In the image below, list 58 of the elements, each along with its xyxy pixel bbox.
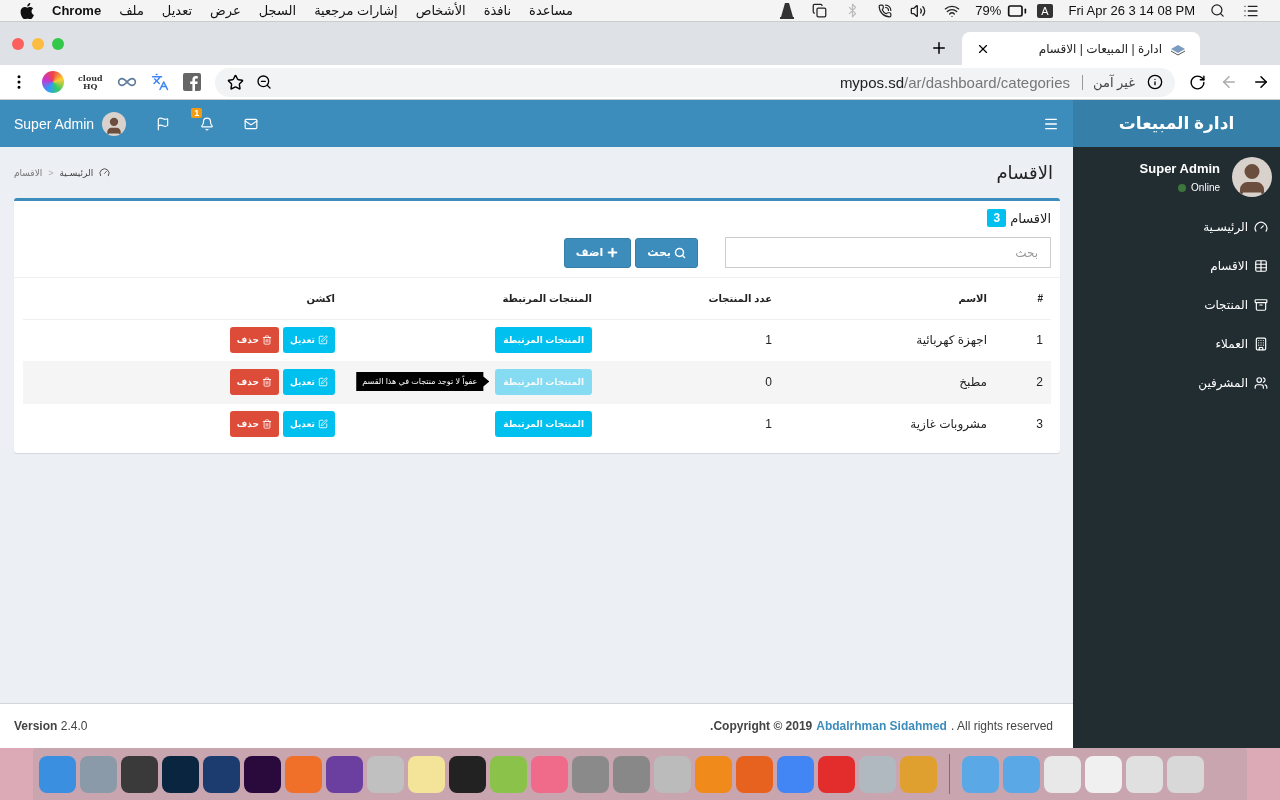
security-label: غير آمن (1082, 74, 1135, 90)
header-user-name[interactable]: Super Admin (14, 115, 95, 132)
input-source[interactable]: A (1037, 3, 1053, 18)
tab-title: ادارة | المبيعات | الاقسام (1037, 41, 1162, 56)
delete-button[interactable]: حذف (229, 369, 279, 395)
menu-item[interactable]: نافذة (483, 3, 512, 18)
brand-title[interactable]: ادارة المبيعات (1073, 100, 1280, 147)
menu-item[interactable]: عرض (210, 3, 241, 18)
extension-logo[interactable]: cloud HQ (78, 74, 103, 90)
search-field[interactable]: بحث (725, 237, 1051, 268)
menu-item[interactable]: الأشخاص (415, 3, 466, 18)
sidebar-item[interactable]: العملاء (1073, 324, 1280, 363)
menu-item[interactable]: ملف (119, 3, 144, 18)
sidebar-item[interactable]: الرئيسـية (1073, 207, 1280, 246)
author-link[interactable]: Abdalrhman Sidahmed (816, 719, 947, 733)
sidebar-user-name: Super Admin (1139, 161, 1220, 176)
page-title: الاقسام (996, 161, 1053, 184)
add-button[interactable]: اضف (563, 237, 632, 268)
delete-button[interactable]: حذف (229, 327, 279, 353)
table-cell: 1 (765, 417, 772, 432)
column-header: المنتجات المرتبطة (343, 278, 600, 319)
table-cell: 1 (1036, 333, 1043, 347)
count-badge: 3 (987, 209, 1007, 227)
table-cell: مطبخ (959, 375, 987, 389)
search-button[interactable]: بحث (635, 237, 698, 268)
rights-text: . All rights reserved (950, 719, 1053, 733)
version-text: Version 2.4.0 (14, 719, 88, 733)
column-header: # (995, 278, 1051, 319)
copyright-text: .Copyright © 2019 (710, 719, 813, 733)
column-header: الاسم (780, 278, 995, 319)
breadcrumb-link[interactable]: الاقسام (14, 167, 43, 178)
table-cell: 3 (1036, 417, 1043, 432)
notification-count: 1 (191, 107, 203, 118)
delete-button[interactable]: حذف (229, 411, 279, 438)
url-text: mypos.sd/ar/dashboard/categories (839, 73, 1070, 91)
table-cell: اجهزة كهربائية (916, 333, 987, 347)
tooltip: عفواً لا توجد منتجات في هذا القسم (356, 372, 490, 391)
breadcrumb-link[interactable]: الرئيسـية (59, 167, 94, 178)
table-cell: مشروبات غازية (910, 417, 987, 432)
table-cell: 2 (1036, 375, 1043, 389)
menu-item[interactable]: مساعدة (529, 3, 574, 18)
sidebar-item[interactable]: المنتجات (1073, 285, 1280, 324)
table-cell: 0 (765, 375, 772, 389)
app-menu[interactable]: Chrome (52, 3, 102, 18)
table-cell: 1 (765, 333, 772, 347)
sidebar-item[interactable]: المشرفين (1073, 363, 1280, 402)
online-status: Online (1178, 182, 1220, 193)
sidebar-item[interactable]: الاقسام (1073, 246, 1280, 285)
menu-item[interactable]: إشارات مرجعية (314, 3, 398, 18)
browser-tab[interactable]: ادارة | المبيعات | الاقسام (962, 32, 1200, 65)
breadcrumb-separator: < (48, 167, 54, 178)
column-header: اكشن (23, 278, 343, 319)
menu-item[interactable]: السجل (258, 3, 297, 18)
battery-percentage: 79% (975, 3, 1002, 18)
menu-item[interactable]: تعديل (161, 3, 193, 18)
panel-title: الاقسام (1010, 210, 1051, 226)
column-header: عدد المنتجات (600, 278, 780, 319)
clock[interactable]: Fri Apr 26 3 14 08 PM (1068, 3, 1195, 18)
